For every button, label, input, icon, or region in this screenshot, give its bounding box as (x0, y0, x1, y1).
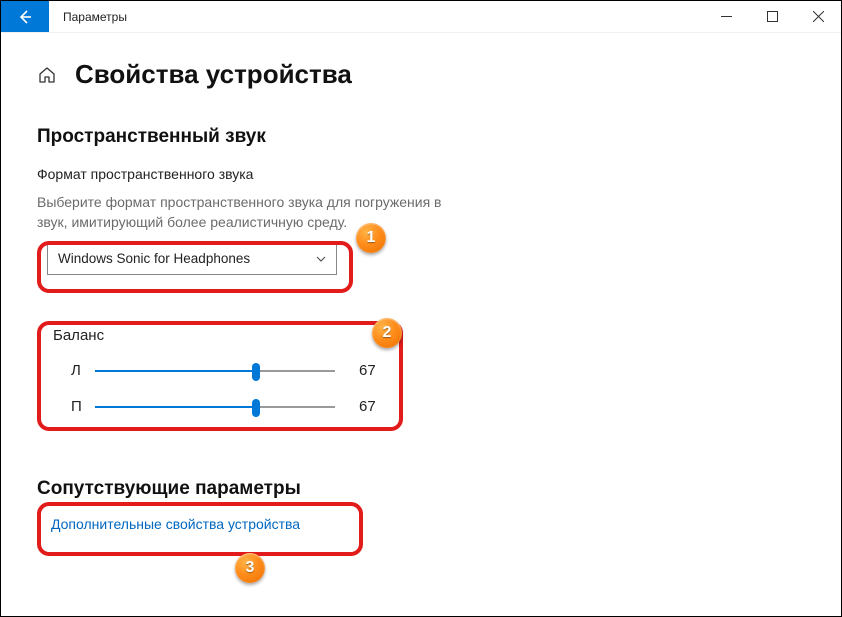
spatial-sound-title: Пространственный звук (37, 126, 805, 148)
maximize-button[interactable] (749, 1, 795, 32)
balance-right-row: П 67 (71, 392, 417, 422)
balance-block: Баланс Л 67 П 67 (37, 321, 417, 434)
close-button[interactable] (795, 1, 841, 32)
balance-right-slider[interactable] (95, 395, 335, 419)
balance-right-label: П (71, 398, 95, 415)
related-block: Сопутствующие параметры Дополнительные с… (37, 478, 805, 536)
related-title: Сопутствующие параметры (37, 478, 805, 500)
chevron-down-icon (316, 253, 326, 265)
balance-left-label: Л (71, 362, 95, 379)
spatial-sound-dropdown-wrap: Windows Sonic for Headphones (37, 243, 349, 275)
minimize-button[interactable] (703, 1, 749, 32)
window-title: Параметры (49, 1, 703, 32)
content: Свойства устройства Пространственный зву… (1, 33, 841, 562)
home-icon[interactable] (37, 65, 57, 85)
titlebar: Параметры (1, 1, 841, 33)
page-header: Свойства устройства (37, 59, 805, 90)
arrow-left-icon (17, 9, 33, 25)
balance-title: Баланс (53, 327, 417, 344)
additional-device-properties-link[interactable]: Дополнительные свойства устройства (51, 512, 300, 536)
window-controls (703, 1, 841, 32)
balance-right-value: 67 (359, 398, 376, 415)
balance-left-row: Л 67 (71, 356, 417, 386)
page-title: Свойства устройства (75, 59, 352, 90)
spatial-sound-help: Выберите формат пространственного звука … (37, 192, 467, 233)
back-button[interactable] (1, 1, 49, 32)
balance-left-slider[interactable] (95, 359, 335, 383)
spatial-sound-format-label: Формат пространственного звука (37, 166, 805, 182)
spatial-sound-dropdown[interactable]: Windows Sonic for Headphones (47, 243, 337, 275)
dropdown-value: Windows Sonic for Headphones (58, 251, 250, 266)
balance-left-value: 67 (359, 362, 376, 379)
